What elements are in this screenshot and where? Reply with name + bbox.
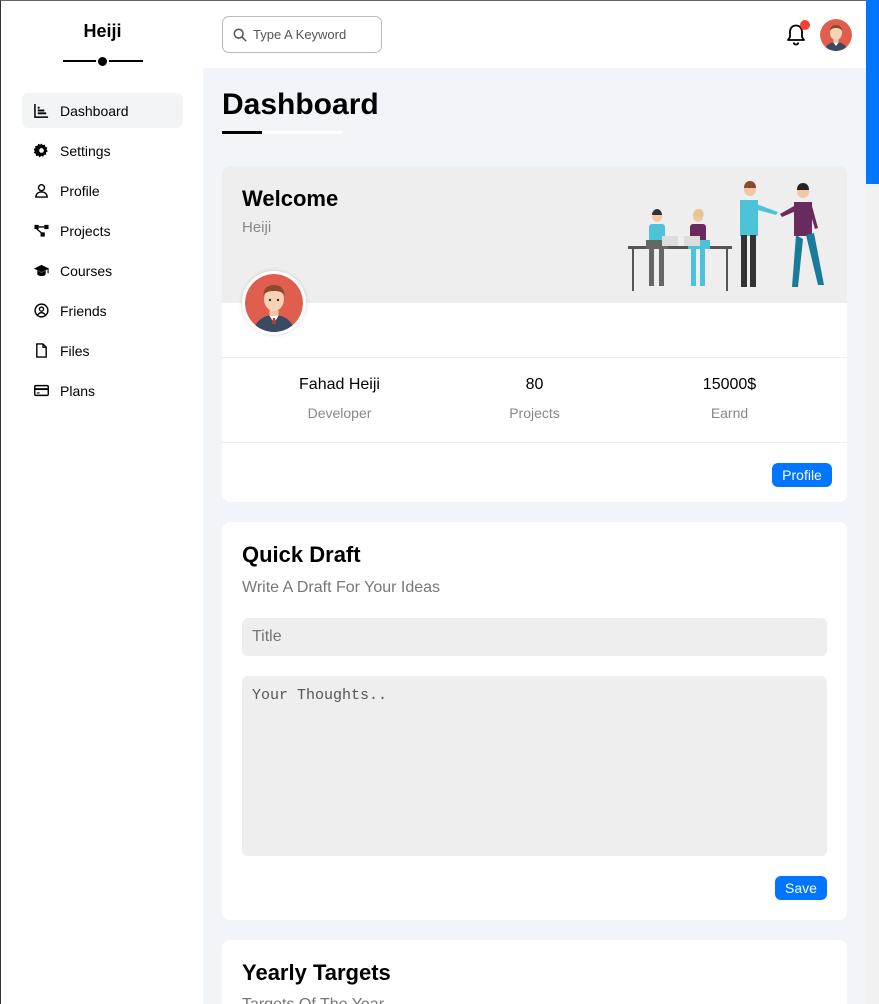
sidebar-item-label: Friends xyxy=(60,302,107,319)
yearly-targets-subtitle: Targets Of The Year xyxy=(242,996,384,1004)
quick-draft-subtitle: Write A Draft For Your Ideas xyxy=(242,579,441,596)
draft-title-input[interactable] xyxy=(242,618,827,656)
stat-value: 80 xyxy=(525,376,544,393)
avatar xyxy=(242,271,306,335)
stat-label: Earnd xyxy=(710,405,749,421)
yearly-targets-card: Yearly Targets Targets Of The Year xyxy=(222,940,847,1004)
sidebar-item-friends[interactable]: Friends xyxy=(22,293,183,328)
brand-title: Heiji xyxy=(83,21,122,41)
stat-name: Fahad Heiji Developer xyxy=(242,376,437,421)
page-title: Dashboard xyxy=(222,88,379,121)
stat-label: Projects xyxy=(509,405,560,421)
topbar xyxy=(203,0,866,68)
divider xyxy=(222,357,847,358)
welcome-title: Welcome xyxy=(242,186,339,211)
user-icon xyxy=(33,183,49,199)
search-icon xyxy=(233,28,247,42)
credit-card-icon xyxy=(33,383,49,399)
gear-icon xyxy=(33,143,49,159)
quick-draft-title: Quick Draft xyxy=(242,542,361,567)
sidebar-item-projects[interactable]: Projects xyxy=(22,213,183,248)
sidebar-item-settings[interactable]: Settings xyxy=(22,133,183,168)
sidebar-item-files[interactable]: Files xyxy=(22,333,183,368)
sidebar-item-profile[interactable]: Profile xyxy=(22,173,183,208)
stat-value: Fahad Heiji xyxy=(299,376,380,393)
welcome-banner: Welcome Heiji xyxy=(222,166,847,303)
save-button[interactable]: Save xyxy=(775,876,827,900)
profile-button[interactable]: Profile xyxy=(772,463,832,487)
graduation-cap-icon xyxy=(33,263,49,279)
stat-label: Developer xyxy=(307,405,372,421)
title-underline-accent xyxy=(222,131,262,134)
sidebar-item-label: Plans xyxy=(60,382,96,399)
sidebar-item-label: Projects xyxy=(60,222,111,239)
draft-body-textarea[interactable] xyxy=(242,676,827,856)
sidebar-item-label: Settings xyxy=(60,142,111,159)
welcome-subtitle: Heiji xyxy=(242,219,272,236)
search-input[interactable] xyxy=(253,27,373,42)
welcome-card: Welcome Heiji Fahad Heiji Developer 80 P… xyxy=(222,166,847,502)
sidebar-item-label: Dashboard xyxy=(60,102,129,119)
sidebar-item-label: Courses xyxy=(60,262,113,279)
stat-earned: 15000$ Earnd xyxy=(632,376,827,421)
scrollbar-thumb[interactable] xyxy=(866,0,879,184)
yearly-targets-title: Yearly Targets xyxy=(242,960,391,985)
sidebar-item-plans[interactable]: Plans xyxy=(22,373,183,408)
scrollbar[interactable] xyxy=(866,0,879,1004)
stat-value: 15000$ xyxy=(702,376,757,393)
sidebar-item-dashboard[interactable]: Dashboard xyxy=(22,93,183,128)
diagram-icon xyxy=(33,223,49,239)
brand-underline-dot xyxy=(96,55,109,68)
sidebar-item-label: Profile xyxy=(60,182,100,199)
avatar[interactable] xyxy=(820,19,852,51)
quick-draft-card: Quick Draft Write A Draft For Your Ideas… xyxy=(222,522,847,920)
sidebar-item-courses[interactable]: Courses xyxy=(22,253,183,288)
stat-projects: 80 Projects xyxy=(437,376,632,421)
file-icon xyxy=(33,343,49,359)
divider xyxy=(222,442,847,443)
team-illustration xyxy=(628,181,824,291)
notification-dot xyxy=(800,20,810,30)
sidebar: Heiji Dashboard Settings Profile Project xyxy=(0,0,203,1004)
sidebar-nav: Dashboard Settings Profile Projects Cour… xyxy=(22,93,183,413)
chart-icon xyxy=(33,103,49,119)
sidebar-item-label: Files xyxy=(60,342,90,359)
user-circle-icon xyxy=(33,303,49,319)
search-box[interactable] xyxy=(222,16,382,53)
